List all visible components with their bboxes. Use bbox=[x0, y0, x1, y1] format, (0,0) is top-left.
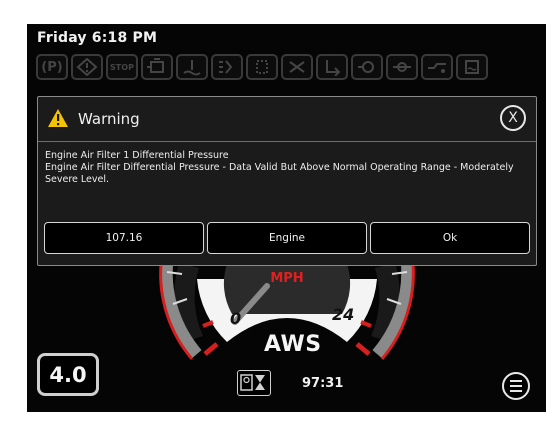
gauge-unit-label: MPH bbox=[270, 271, 303, 286]
dialog-message: Engine Air Filter 1 Differential Pressur… bbox=[45, 150, 525, 186]
gauge-tick-minor-right bbox=[360, 320, 372, 328]
message-line-2: Engine Air Filter Differential Pressure … bbox=[45, 162, 514, 185]
menu-icon-bar bbox=[510, 380, 522, 382]
ok-button[interactable]: Ok bbox=[370, 222, 530, 254]
gauge-label-max: 24 bbox=[332, 305, 354, 324]
gauge-tick-max bbox=[355, 342, 371, 356]
message-line-1: Engine Air Filter 1 Differential Pressur… bbox=[45, 150, 229, 161]
dialog-title: Warning bbox=[78, 110, 140, 128]
dialog-button-row: 107.16 Engine Ok bbox=[44, 222, 530, 254]
close-icon: X bbox=[508, 110, 518, 126]
warning-dialog: Warning X Engine Air Filter 1 Differenti… bbox=[37, 96, 537, 266]
menu-icon-bar bbox=[510, 385, 522, 387]
gauge-tick-minor-left bbox=[202, 320, 214, 328]
engine-button[interactable]: Engine bbox=[207, 222, 367, 254]
dialog-header: Warning X bbox=[38, 97, 536, 142]
hour-meter-icon bbox=[237, 370, 271, 396]
fault-code-button[interactable]: 107.16 bbox=[44, 222, 204, 254]
gauge-label-min: 0 bbox=[230, 309, 241, 328]
menu-button[interactable] bbox=[502, 372, 530, 400]
gear-display[interactable]: 4.0 bbox=[37, 353, 99, 396]
mode-label: AWS bbox=[264, 332, 322, 357]
gauge-tick-min bbox=[203, 342, 219, 356]
close-button[interactable]: X bbox=[500, 105, 526, 131]
hour-meter-value: 97:31 bbox=[302, 376, 344, 391]
display-screen: Friday 6:18 PM (P) STOP MPH 0 24 Warning… bbox=[27, 24, 546, 412]
warning-triangle-icon bbox=[48, 109, 68, 127]
menu-icon-bar bbox=[510, 390, 522, 392]
